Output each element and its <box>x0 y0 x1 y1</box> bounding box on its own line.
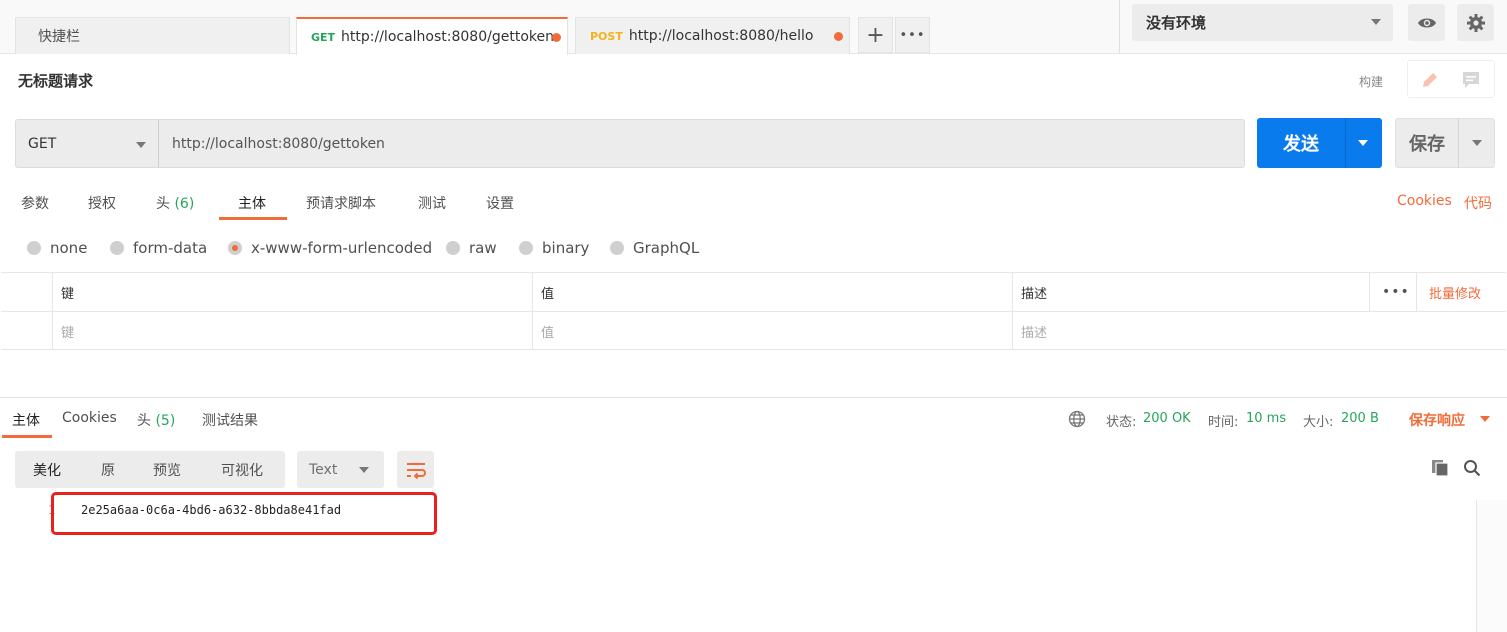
tab-headers[interactable]: 头 (6) <box>156 193 194 213</box>
chevron-down-icon <box>1371 19 1381 25</box>
tab-pre-request-script[interactable]: 预请求脚本 <box>306 193 376 213</box>
time-value: 10 ms <box>1246 411 1287 426</box>
tab-tests[interactable]: 测试 <box>418 193 446 213</box>
response-tab-cookies[interactable]: Cookies <box>62 410 117 426</box>
key-value-table: 键 值 描述 ••• 批量修改 键 值 描述 <box>1 272 1506 350</box>
eye-icon <box>1417 18 1436 27</box>
wrap-lines-button[interactable] <box>397 451 434 488</box>
tab-method: POST <box>590 29 623 43</box>
wrap-icon <box>406 462 426 479</box>
table-header-row: 键 值 描述 ••• 批量修改 <box>1 273 1506 312</box>
url-input[interactable]: http://localhost:8080/gettoken <box>158 119 1245 168</box>
chevron-down-icon[interactable] <box>1358 140 1368 146</box>
view-preview-button[interactable]: 预览 <box>153 451 181 488</box>
chevron-down-icon <box>359 467 369 473</box>
status-value: 200 OK <box>1143 411 1191 426</box>
size-label: 大小: <box>1303 415 1334 430</box>
response-tab-test-results[interactable]: 测试结果 <box>202 410 258 430</box>
copy-icon[interactable] <box>1431 459 1449 477</box>
bulk-edit-link[interactable]: 批量修改 <box>1416 273 1481 311</box>
method-value: GET <box>28 135 57 152</box>
tab-request-hello[interactable]: POST http://localhost:8080/hello <box>575 17 850 54</box>
method-select[interactable]: GET <box>15 119 159 168</box>
radio-binary[interactable]: binary <box>519 239 589 257</box>
gear-icon <box>1466 13 1485 32</box>
column-header-key: 键 <box>52 273 532 311</box>
column-header-description: 描述 <box>1012 273 1369 311</box>
value-input[interactable]: 值 <box>532 312 1012 350</box>
tab-quickbar[interactable]: 快捷栏 <box>15 17 290 54</box>
column-header-value: 值 <box>532 273 1012 311</box>
status-label: 状态: <box>1106 415 1137 430</box>
tab-request-gettoken[interactable]: GET http://localhost:8080/gettoken <box>296 17 568 55</box>
chevron-down-icon <box>136 142 146 148</box>
view-visualize-button[interactable]: 可视化 <box>221 451 263 488</box>
environment-value: 没有环境 <box>1146 14 1207 32</box>
send-label: 发送 <box>1283 134 1319 155</box>
scrollbar[interactable] <box>1476 500 1507 632</box>
response-tab-body[interactable]: 主体 <box>12 410 40 430</box>
mode-label: 构建 <box>1359 75 1384 89</box>
radio-none[interactable]: none <box>27 239 87 257</box>
key-input[interactable]: 键 <box>52 312 532 350</box>
tab-method: GET <box>311 30 336 44</box>
mode-toggle[interactable] <box>1407 60 1495 98</box>
save-button[interactable]: 保存 <box>1395 118 1495 168</box>
unsaved-dot <box>834 32 843 41</box>
request-title: 无标题请求 <box>18 72 94 90</box>
save-response-button[interactable]: 保存响应 <box>1409 410 1465 430</box>
environment-select[interactable]: 没有环境 <box>1132 4 1393 41</box>
globe-icon[interactable] <box>1068 410 1086 428</box>
size-value: 200 B <box>1341 411 1379 426</box>
send-button[interactable]: 发送 <box>1257 118 1382 168</box>
pencil-icon[interactable] <box>1420 70 1440 90</box>
plus-icon: + <box>866 22 885 48</box>
highlight-box <box>51 492 437 535</box>
tab-url: http://localhost:8080/gettoken <box>341 29 554 45</box>
radio-form-data[interactable]: form-data <box>110 239 207 257</box>
headers-count: (5) <box>155 413 176 429</box>
save-label: 保存 <box>1409 134 1445 155</box>
toolbar-divider <box>1119 0 1120 54</box>
active-tab-indicator <box>2 435 52 438</box>
tab-quickbar-label: 快捷栏 <box>38 29 80 45</box>
search-icon[interactable] <box>1463 459 1481 477</box>
tab-params[interactable]: 参数 <box>21 193 49 213</box>
view-mode-group: 美化 原 预览 可视化 <box>15 451 285 488</box>
more-icon: ••• <box>899 27 926 43</box>
radio-x-www-form-urlencoded[interactable]: x-www-form-urlencoded <box>228 239 432 257</box>
tab-more-button[interactable]: ••• <box>895 17 930 53</box>
response-tab-headers[interactable]: 头 (5) <box>137 410 175 430</box>
time-label: 时间: <box>1208 415 1239 430</box>
tab-url: http://localhost:8080/hello <box>628 28 814 44</box>
tab-authorization[interactable]: 授权 <box>88 193 116 213</box>
tab-settings[interactable]: 设置 <box>486 193 514 213</box>
tab-body[interactable]: 主体 <box>238 193 266 213</box>
cookies-link[interactable]: Cookies <box>1397 193 1452 209</box>
more-icon[interactable]: ••• <box>1382 284 1410 300</box>
url-value: http://localhost:8080/gettoken <box>172 135 385 152</box>
radio-graphql[interactable]: GraphQL <box>610 239 699 257</box>
description-input[interactable]: 描述 <box>1012 312 1369 350</box>
table-row: 键 值 描述 <box>1 312 1506 351</box>
format-select[interactable]: Text <box>297 451 384 488</box>
unsaved-dot <box>552 33 561 42</box>
code-link[interactable]: 代码 <box>1464 193 1492 213</box>
headers-count: (6) <box>174 196 195 212</box>
chevron-down-icon[interactable] <box>1472 140 1482 146</box>
radio-raw[interactable]: raw <box>446 239 497 257</box>
chevron-down-icon[interactable] <box>1480 416 1490 422</box>
comment-icon[interactable] <box>1461 70 1481 90</box>
view-pretty-button[interactable]: 美化 <box>33 451 61 488</box>
response-divider <box>0 397 1507 398</box>
active-tab-indicator <box>219 217 287 220</box>
format-value: Text <box>309 461 338 478</box>
settings-button[interactable] <box>1457 4 1494 41</box>
view-raw-button[interactable]: 原 <box>101 451 115 488</box>
new-tab-button[interactable]: + <box>858 17 893 53</box>
environment-quick-look-button[interactable] <box>1408 4 1445 41</box>
